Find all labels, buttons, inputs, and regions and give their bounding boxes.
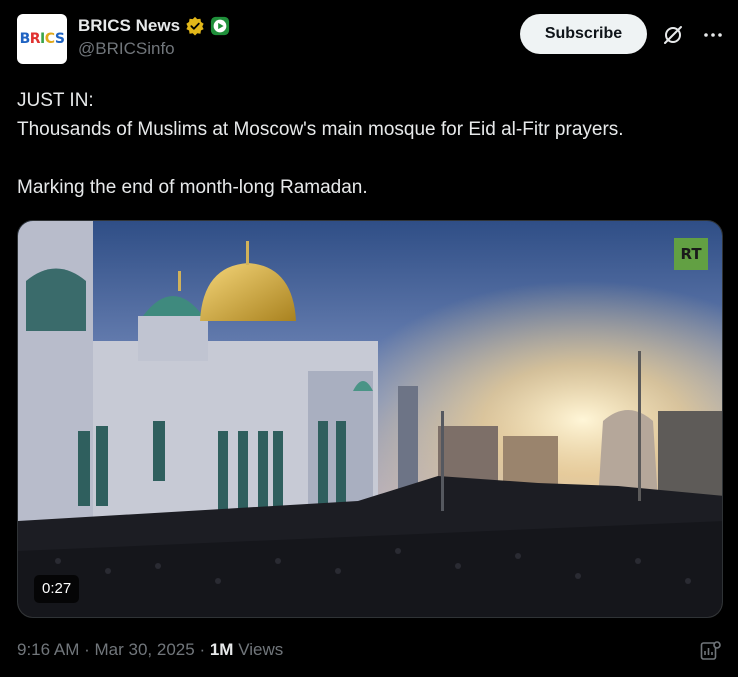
- rt-watermark: RT: [674, 238, 708, 270]
- author-handle[interactable]: @BRICSinfo: [78, 39, 230, 59]
- views-count: 1M: [209, 640, 234, 659]
- video-player[interactable]: RT 0:27: [17, 220, 723, 618]
- breaking-prefix: JUST IN:: [17, 90, 94, 111]
- views-label: Views: [238, 640, 284, 659]
- tweet-line-2: Marking the end of month-long Ramadan.: [17, 177, 368, 198]
- brics-logo: BRICS: [19, 31, 65, 47]
- tweet-header: BRICS BRICS News @BRICSinfo Subscribe: [17, 14, 738, 66]
- video-duration: 0:27: [34, 575, 80, 603]
- verified-badge-icon[interactable]: [185, 16, 205, 36]
- russia-flag-icon: [101, 91, 128, 109]
- tweet-line-1: JUST IN:: [17, 86, 723, 115]
- avatar[interactable]: BRICS: [17, 14, 67, 64]
- tweet-meta: 9:16 AM · Mar 30, 2025 · 1M Views: [17, 640, 283, 660]
- subscribe-button[interactable]: Subscribe: [520, 14, 647, 54]
- tweet-time[interactable]: 9:16 AM: [17, 640, 79, 659]
- tweet-date[interactable]: Mar 30, 2025: [95, 640, 195, 659]
- affiliate-badge-icon[interactable]: [210, 16, 230, 36]
- meta-separator-2: ·: [199, 640, 206, 659]
- tweet-text: JUST IN: Thousands of Muslims at Moscow'…: [17, 86, 723, 202]
- analytics-icon[interactable]: [700, 640, 722, 662]
- tweet-line-1-text: Thousands of Muslims at Moscow's main mo…: [17, 119, 624, 140]
- video-frame-image: [18, 221, 722, 617]
- author-names: BRICS News @BRICSinfo: [78, 16, 230, 59]
- grok-icon[interactable]: [661, 23, 685, 47]
- meta-separator: ·: [84, 640, 90, 659]
- display-name[interactable]: BRICS News: [78, 16, 180, 36]
- more-options-icon[interactable]: [701, 23, 725, 47]
